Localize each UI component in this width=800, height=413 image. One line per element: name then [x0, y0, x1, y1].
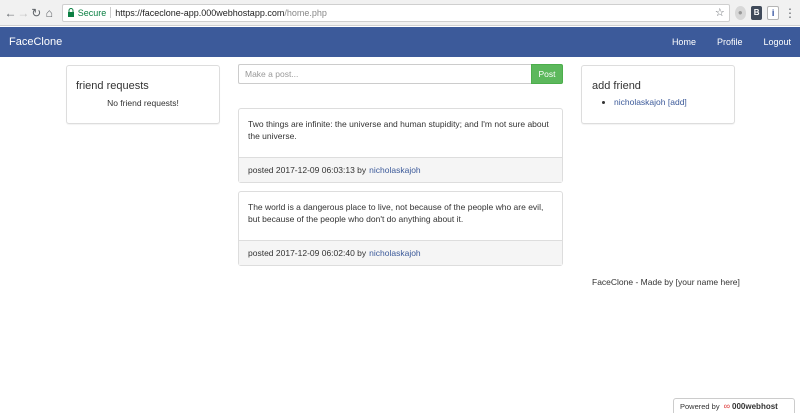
post-text: Two things are infinite: the universe an…	[248, 119, 549, 142]
webhost-logo-icon: ∞	[723, 401, 731, 411]
back-icon[interactable]: ←	[4, 5, 17, 21]
post-button[interactable]: Post	[531, 64, 563, 84]
browser-toolbar: ← → ↻ ⌂ Secure https://faceclone-app.000…	[0, 0, 800, 26]
bookmark-star-icon[interactable]: ☆	[715, 6, 725, 19]
nav-home-link[interactable]: Home	[672, 37, 696, 47]
extension-circle-icon[interactable]: ●	[734, 5, 746, 20]
home-icon[interactable]: ⌂	[43, 5, 56, 21]
suggested-user-link[interactable]: nicholaskajoh	[614, 97, 666, 107]
add-friend-title: add friend	[592, 80, 641, 92]
forward-icon[interactable]: →	[17, 5, 30, 21]
post-card: The world is a dangerous place to live, …	[238, 191, 563, 266]
post-author-link[interactable]: nicholaskajoh	[369, 248, 421, 258]
extension-info-icon[interactable]: i	[767, 5, 779, 20]
post-meta: posted 2017-12-09 06:03:13 by	[248, 165, 367, 175]
lock-icon	[67, 8, 74, 17]
add-friend-panel: add friend nicholaskajoh [add]	[581, 65, 735, 124]
post-author-link[interactable]: nicholaskajoh	[369, 165, 421, 175]
extension-info-label: i	[771, 7, 775, 18]
friend-requests-title: friend requests	[76, 80, 149, 92]
extension-b-label: B	[753, 8, 760, 17]
post-meta: posted 2017-12-09 06:02:40 by	[248, 248, 367, 258]
address-bar[interactable]: Secure https://faceclone-app.000webhosta…	[61, 3, 730, 22]
add-friend-link[interactable]: [add]	[668, 97, 687, 107]
post-text: The world is a dangerous place to live, …	[248, 202, 544, 225]
list-item: nicholaskajoh [add]	[614, 97, 724, 107]
menu-dots-icon[interactable]: ⋮	[784, 7, 796, 19]
secure-label: Secure	[77, 7, 107, 18]
powered-by-label: Powered by	[680, 401, 720, 411]
post-card: Two things are infinite: the universe an…	[238, 108, 563, 183]
suggestion-list: nicholaskajoh [add]	[614, 97, 724, 107]
url-path: /home.php	[284, 7, 327, 18]
divider	[110, 7, 112, 18]
post-input[interactable]	[238, 64, 531, 84]
nav-logout-link[interactable]: Logout	[763, 37, 791, 47]
nav-profile-link[interactable]: Profile	[717, 37, 743, 47]
brand-logo[interactable]: FaceClone	[9, 36, 62, 48]
site-footer: FaceClone - Made by [your name here]	[592, 277, 740, 287]
post-footer: posted 2017-12-09 06:03:13 by nicholaska…	[239, 157, 562, 182]
webhost-brand: 000webhost	[732, 401, 778, 411]
reload-icon[interactable]: ↻	[30, 5, 43, 21]
no-friend-requests-text: No friend requests!	[107, 98, 179, 108]
url-host: https://faceclone-app.000webhostapp.com	[115, 7, 285, 18]
friend-requests-panel: friend requests No friend requests!	[66, 65, 220, 124]
post-composer: Post	[238, 64, 563, 84]
post-footer: posted 2017-12-09 06:02:40 by nicholaska…	[239, 240, 562, 265]
app-navbar: FaceClone Home Profile Logout	[0, 27, 800, 57]
powered-by-badge[interactable]: Powered by ∞ 000webhost	[673, 398, 795, 413]
extension-b-icon[interactable]: B	[751, 5, 763, 20]
nav-links: Home Profile Logout	[651, 37, 791, 47]
